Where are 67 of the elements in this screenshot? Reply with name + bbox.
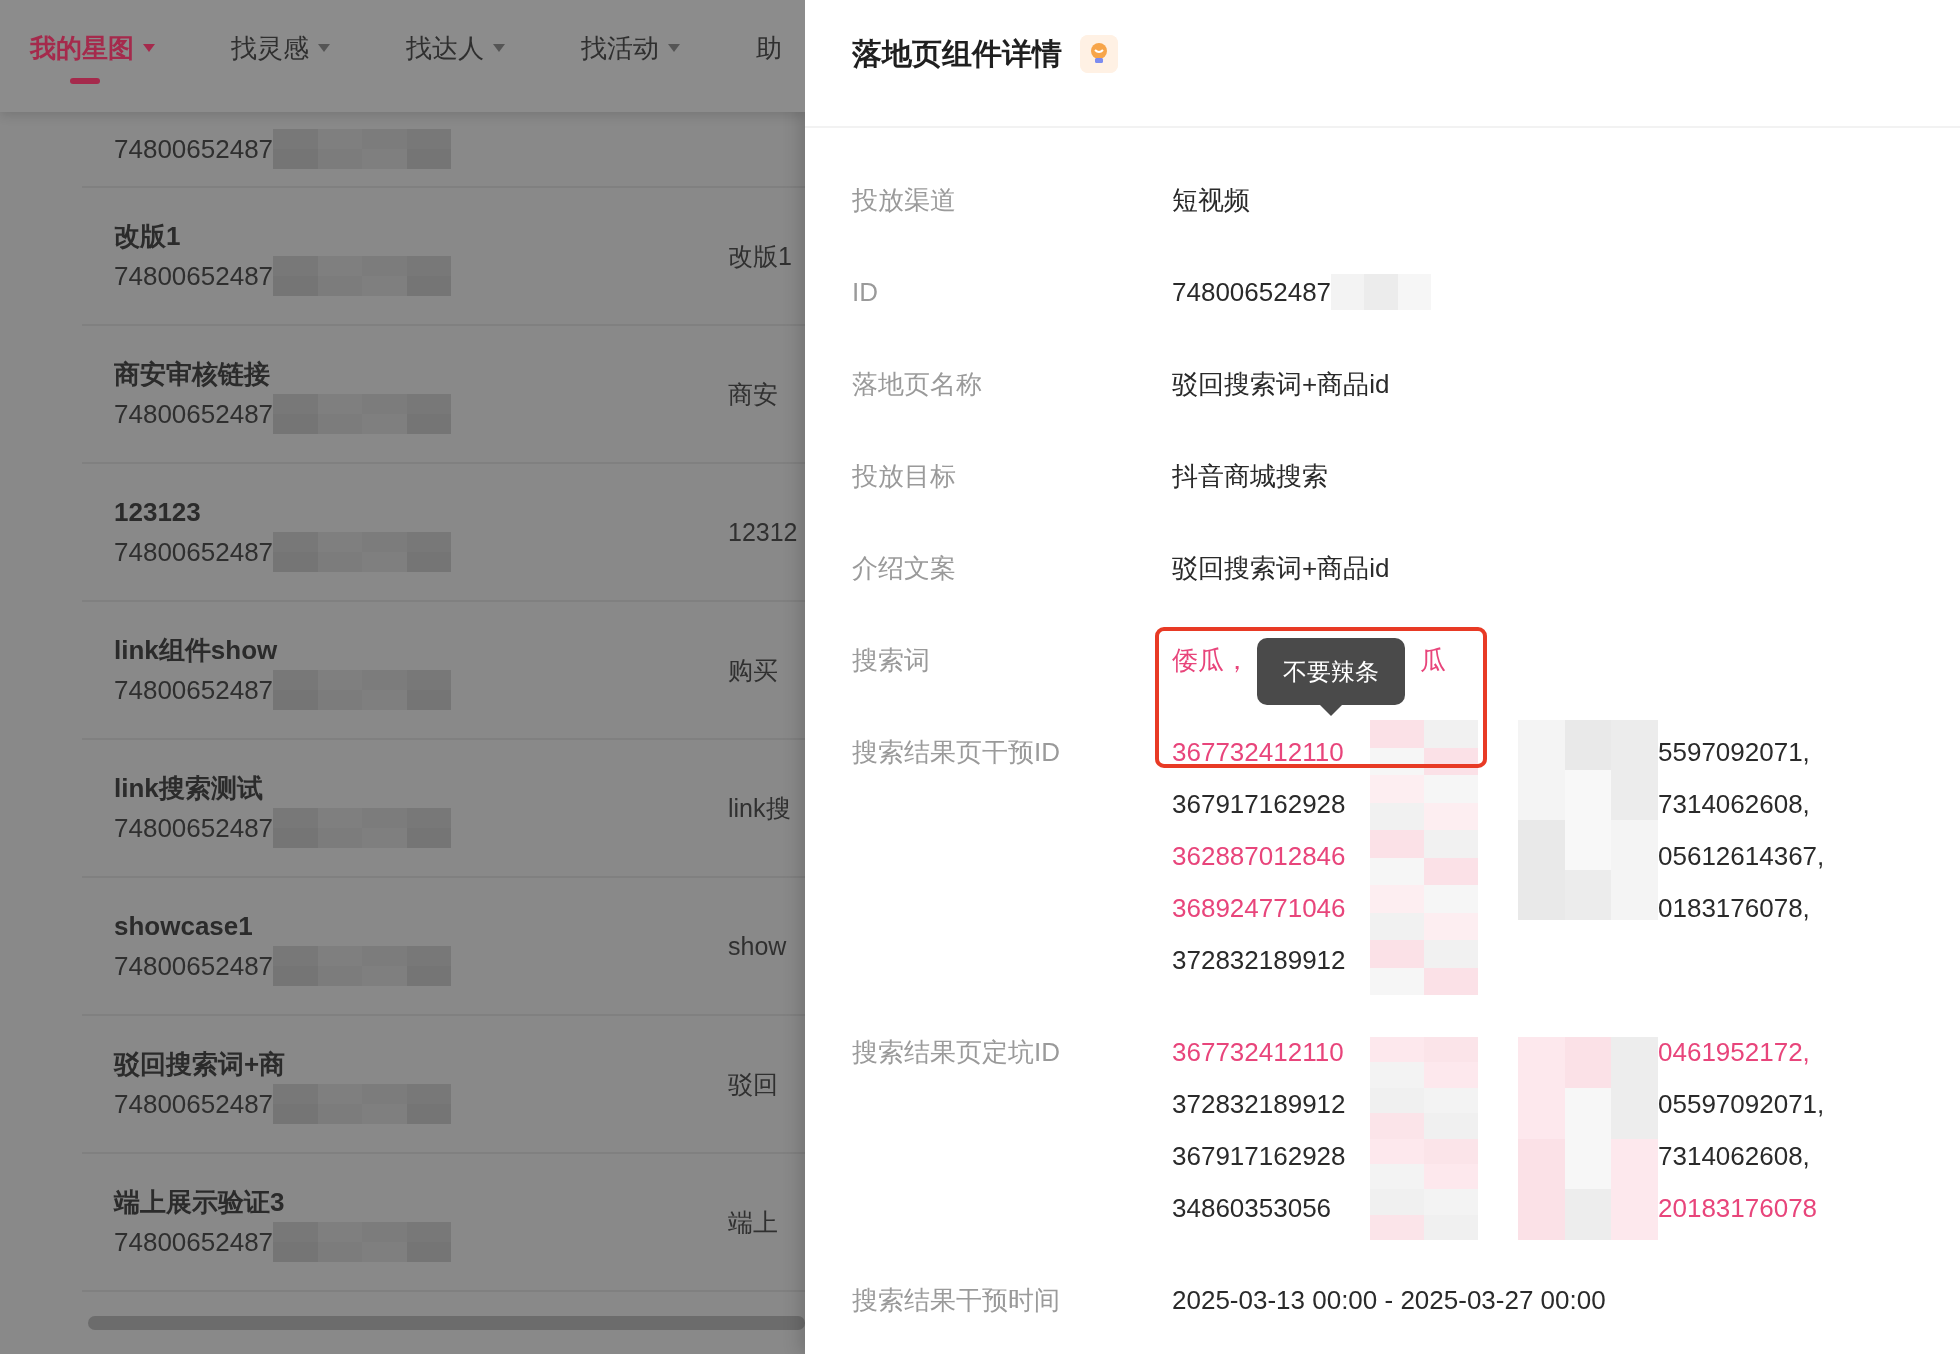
item-title: link组件show	[114, 634, 278, 667]
nav-tab[interactable]: 找灵感	[231, 0, 330, 66]
item-id: 74800652487	[114, 1226, 274, 1259]
field-value: 短视频	[1172, 184, 1250, 217]
id-value: 372832189912	[1172, 944, 1347, 977]
field-label: 投放渠道	[852, 184, 957, 217]
item-title: 商安审核链接	[114, 358, 270, 391]
field-label: 搜索结果页干预ID	[852, 736, 1061, 769]
table-cell-text: 商安	[728, 378, 779, 410]
item-title: 端上展示验证3	[114, 1186, 285, 1219]
field-value: 2025-03-13 00:00 - 2025-03-27 00:00	[1172, 1284, 1606, 1317]
id-value: 367732412110	[1172, 736, 1345, 769]
item-title: 改版1	[114, 220, 181, 253]
item-title: 驳回搜索词+商	[114, 1048, 286, 1081]
item-title: link搜索测试	[114, 772, 263, 805]
keyword-tag: 倭瓜，	[1172, 634, 1250, 686]
nav-tab[interactable]: 找达人	[406, 0, 505, 66]
id-value: 7314062608,	[1658, 1140, 1811, 1173]
field-label: 搜索结果干预时间	[852, 1284, 1061, 1317]
item-id: 74800652487	[114, 950, 274, 983]
id-value: 362887012846	[1172, 840, 1347, 873]
item-id: 74800652487	[114, 536, 274, 569]
item-title: showcase1	[114, 910, 253, 943]
field-value: 抖音商城搜索	[1172, 460, 1328, 493]
drawer-title: 落地页组件详情	[852, 35, 1062, 72]
keyword-tag: 瓜	[1420, 634, 1446, 686]
id-value: 7314062608,	[1658, 788, 1811, 821]
table-cell-text: link搜	[728, 792, 792, 824]
nav-tab[interactable]: 助	[756, 0, 782, 66]
table-cell-text: 端上	[728, 1206, 779, 1238]
field-value: 驳回搜索词+商品id	[1172, 368, 1390, 401]
field-label: 搜索词	[852, 644, 931, 677]
id-value: 367917162928	[1172, 1140, 1347, 1173]
id-value: 05612614367,	[1658, 840, 1826, 873]
id-value: 372832189912	[1172, 1088, 1347, 1121]
id-value: 0183176078,	[1658, 892, 1811, 925]
nav-tab[interactable]: 我的星图	[30, 0, 155, 84]
field-value: 驳回搜索词+商品id	[1172, 552, 1390, 585]
table-cell-text: 12312	[728, 517, 799, 547]
field-label: ID	[852, 276, 879, 309]
id-value: 0461952172,	[1658, 1036, 1811, 1069]
table-cell-text: 改版1	[728, 240, 793, 272]
item-id: 74800652487	[114, 398, 274, 431]
field-label: 搜索结果页定坑ID	[852, 1036, 1061, 1069]
item-id: 74800652487	[114, 812, 274, 845]
id-value: 05597092071,	[1658, 1088, 1826, 1121]
id-value: 5597092071,	[1658, 736, 1811, 769]
id-value: 367917162928	[1172, 788, 1347, 821]
item-id: 74800652487	[114, 133, 274, 166]
field-label: 介绍文案	[852, 552, 957, 585]
id-value: 368924771046	[1172, 892, 1347, 925]
item-id: 74800652487	[114, 260, 274, 293]
item-title: 123123	[114, 496, 201, 529]
field-value: 74800652487	[1172, 276, 1332, 309]
field-label: 落地页名称	[852, 368, 983, 401]
tooltip: 不要辣条	[1257, 638, 1405, 716]
field-label: 投放目标	[852, 460, 957, 493]
table-cell-text: 驳回	[728, 1068, 779, 1100]
id-value: 20183176078	[1658, 1192, 1819, 1225]
table-cell-text: show	[728, 931, 788, 961]
nav-tab[interactable]: 找活动	[581, 0, 680, 66]
item-id: 74800652487	[114, 674, 274, 707]
table-cell-text: 购买	[728, 654, 779, 686]
scrollbar[interactable]	[88, 1316, 805, 1330]
id-value: 367732412110	[1172, 1036, 1345, 1069]
item-id: 74800652487	[114, 1088, 274, 1121]
id-value: 34860353056	[1172, 1192, 1333, 1225]
